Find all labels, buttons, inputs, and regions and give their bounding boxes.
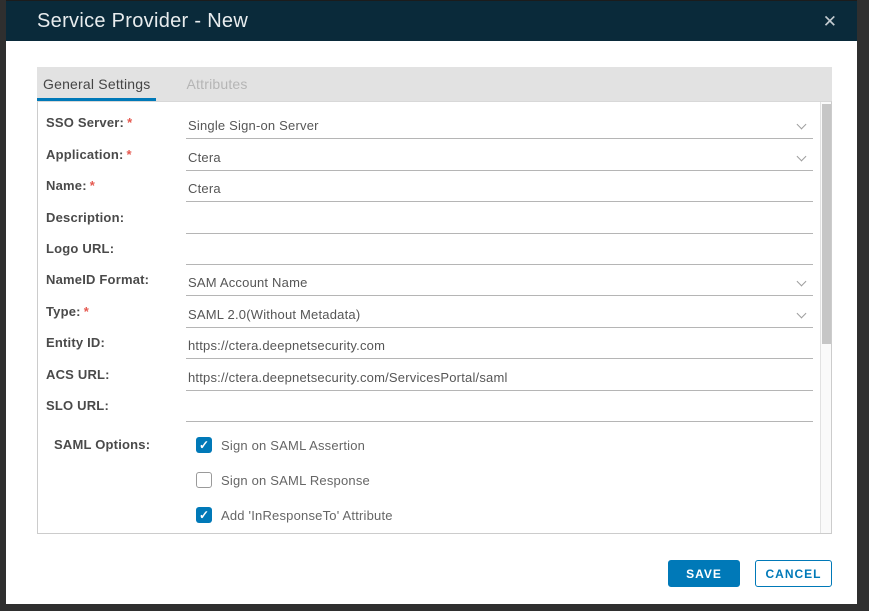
form-field-row: Entity ID: https://ctera.deepnetsecurity… [46,328,813,359]
field-label-cell: Type:* [46,304,186,328]
form-field-row: SSO Server:* Single Sign-on Server [46,108,813,139]
field-input[interactable] [186,416,813,422]
field-label: Description: [46,210,124,225]
field-value: https://ctera.deepnetsecurity.com [188,338,385,353]
form-field-row: Type:* SAML 2.0(Without Metadata) [46,296,813,327]
field-input[interactable]: Ctera [186,181,813,202]
close-icon[interactable]: ✕ [819,11,841,32]
field-input[interactable] [186,228,813,234]
field-label-cell: SLO URL: [46,398,186,422]
field-value: Single Sign-on Server [188,118,319,133]
field-label-cell: Description: [46,210,186,234]
checkbox[interactable]: ✓ [196,437,212,453]
form-area: SSO Server:* Single Sign-on Server Appli… [37,101,832,534]
chevron-down-icon [797,308,807,318]
checkbox[interactable] [196,472,212,488]
field-label-cell: Logo URL: [46,241,186,265]
form-field-row: Name:* Ctera [46,171,813,202]
save-button[interactable]: SAVE [668,560,740,587]
field-input[interactable]: https://ctera.deepnetsecurity.com [186,338,813,359]
dialog-footer: SAVE CANCEL [6,534,857,604]
chevron-down-icon [797,151,807,161]
form-field-row: ACS URL: https://ctera.deepnetsecurity.c… [46,359,813,390]
saml-options-row: SAML Options: ✓ Sign on SAML Assertion S… [46,428,813,533]
form-field-row: Description: [46,202,813,233]
checkbox-label: Sign on SAML Assertion [221,438,365,453]
form-field-row: SLO URL: [46,391,813,422]
field-input[interactable] [186,259,813,265]
field-label-cell: ACS URL: [46,367,186,391]
saml-options-label-cell: SAML Options: [54,428,194,533]
field-input[interactable]: https://ctera.deepnetsecurity.com/Servic… [186,370,813,391]
checkbox[interactable]: ✓ [196,507,212,523]
required-asterisk: * [127,115,132,130]
form-field-row: NameID Format: SAM Account Name [46,265,813,296]
checkbox-label: Add 'InResponseTo' Attribute [221,508,393,523]
field-label: SSO Server: [46,115,124,130]
chevron-down-icon [797,120,807,130]
field-input[interactable]: SAML 2.0(Without Metadata) [186,307,813,328]
checkbox-label: Sign on SAML Response [221,473,370,488]
field-value: Ctera [188,181,221,196]
dialog-header: Service Provider - New ✕ [6,1,857,41]
tab-bar: General Settings Attributes [37,67,832,101]
check-icon: ✓ [199,509,209,521]
field-value: https://ctera.deepnetsecurity.com/Servic… [188,370,508,385]
cancel-button[interactable]: CANCEL [755,560,832,587]
tab-general-settings[interactable]: General Settings [37,67,156,101]
field-label-cell: SSO Server:* [46,115,186,139]
saml-options-label: SAML Options: [54,437,150,452]
required-asterisk: * [84,304,89,319]
field-label-cell: Name:* [46,178,186,202]
field-value: SAM Account Name [188,275,308,290]
required-asterisk: * [90,178,95,193]
field-label: SLO URL: [46,398,109,413]
field-label: Name: [46,178,87,193]
dialog-title: Service Provider - New [37,10,819,33]
field-label-cell: Entity ID: [46,335,186,359]
saml-options-list: ✓ Sign on SAML Assertion Sign on SAML Re… [194,428,813,533]
saml-option-item: ✓ Add 'InResponseTo' Attribute [194,498,813,533]
scrollbar-thumb[interactable] [822,104,831,344]
service-provider-dialog: Service Provider - New ✕ General Setting… [6,0,857,604]
chevron-down-icon [797,277,807,287]
field-value: SAML 2.0(Without Metadata) [188,307,360,322]
saml-option-item: Sign on SAML Response [194,463,813,498]
footer-buttons: SAVE CANCEL [668,560,832,587]
field-label: Type: [46,304,81,319]
field-label: Logo URL: [46,241,114,256]
tab-attributes[interactable]: Attributes [180,67,253,101]
required-asterisk: * [127,147,132,162]
field-label-cell: NameID Format: [46,272,186,296]
form-field-row: Application:* Ctera [46,139,813,170]
field-input[interactable]: Ctera [186,150,813,171]
field-label: Entity ID: [46,335,105,350]
vertical-scrollbar[interactable] [820,102,831,533]
field-input[interactable]: SAM Account Name [186,275,813,296]
field-value: Ctera [188,150,221,165]
form-field-row: Logo URL: [46,234,813,265]
field-label: Application: [46,147,124,162]
field-label: NameID Format: [46,272,149,287]
check-icon: ✓ [199,439,209,451]
field-input[interactable]: Single Sign-on Server [186,118,813,139]
saml-option-item: ✓ Sign on SAML Assertion [194,428,813,463]
header-spacer [6,41,857,67]
field-label-cell: Application:* [46,147,186,171]
field-label: ACS URL: [46,367,110,382]
form-scroll-region: SSO Server:* Single Sign-on Server Appli… [38,102,831,533]
